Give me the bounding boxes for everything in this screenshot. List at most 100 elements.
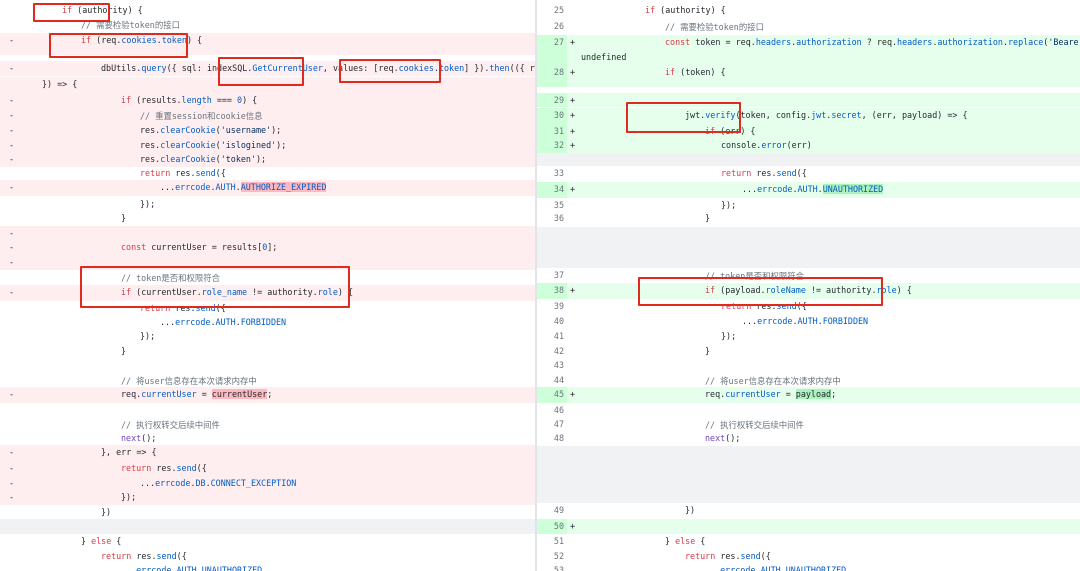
code-line: next(); [121,433,157,443]
left-code-row: return res.send({ [0,549,535,564]
code-line: ...errcode.AUTH.AUTHORIZE_EXPIRED [160,182,327,192]
left-code-row: }); [0,329,535,344]
right-empty-row [537,446,1080,503]
deleted-marker: - [9,389,15,399]
code-line: next(); [705,433,741,443]
left-code-row: -}); [0,490,535,505]
deleted-marker: - [9,140,15,150]
code-line: req.currentUser = payload; [705,389,837,399]
line-number: 52 [553,551,564,561]
left-code-row: // token是否和权限符合 [0,270,535,285]
code-line: if (payload.roleName != authority.role) … [705,285,912,295]
code-line: }, err => { [101,447,157,457]
left-code-row: }) [0,505,535,519]
line-number: 41 [553,331,564,341]
left-code-row: - const currentUser = results[0]; [0,240,535,255]
deleted-marker: - [9,110,15,120]
line-number: 53 [553,565,564,571]
code-line: }); [721,331,737,341]
left-code-row: }); [0,197,535,212]
deleted-marker: - [9,463,15,473]
code-line: return res.send({ [721,168,807,178]
code-line: }); [140,199,156,209]
line-number: 35 [553,200,564,210]
code-line: const currentUser = results[0]; [121,242,278,252]
line-number: 43 [553,360,564,370]
line-number: 25 [553,5,564,15]
right-code-row: 49}) [537,503,1080,518]
code-line: jwt.verify(token, config.jwt.secret, (er… [685,110,968,120]
right-code-row: 35}); [537,198,1080,211]
line-number: 44 [553,375,564,385]
code-line: } [121,346,127,356]
code-line: }) [101,507,112,517]
line-number: 51 [553,536,564,546]
added-marker: + [570,95,576,105]
diff-view: if (authority) {// 需要检验token的接口 - if (req.… [0,0,1080,571]
right-code-row: 29 + [537,93,1080,107]
right-code-row: 46 [537,403,1080,417]
left-code-row: - if (results.length === 0) { [0,93,535,108]
line-number: 32 [553,140,564,150]
line-number: 33 [553,168,564,178]
code-line: } [121,213,127,223]
left-code-row: // 执行权转交后续中间件 [0,417,535,432]
left-code-row [0,403,535,417]
right-empty-row [537,153,1080,166]
code-line: // 将user信息存在本次请求内存中 [705,376,841,386]
code-line: }); [721,200,737,210]
right-code-row: 34 + ...errcode.AUTH.UNAUTHORIZED [537,182,1080,198]
left-code-row: return res.send({ [0,301,535,316]
code-line: }); [140,331,156,341]
line-number: 50 [553,521,564,531]
right-code-row: 28 + if (token) { [537,65,1080,87]
right-code-row: 53 ...errcode.AUTH.UNAUTHORIZED [537,563,1080,571]
right-code-row: 33 return res.send({ [537,166,1080,182]
deleted-marker: - [9,125,15,135]
code-line: return res.send({ [101,551,187,561]
line-number: 36 [553,213,564,223]
code-line: return res.send({ [140,303,226,313]
left-code-row: if (authority) { [0,3,535,17]
deleted-marker: - [9,182,15,192]
code-line: // 需要检验token的接口 [665,22,764,32]
code-line: // 执行权转交后续中间件 [705,420,804,430]
code-line: const token = req.headers.authorization … [665,37,1080,47]
code-line: req.currentUser = currentUser; [121,389,273,399]
right-code-row: 42} [537,344,1080,358]
left-code-row: next(); [0,431,535,446]
left-code-row: - [0,226,535,240]
code-line: return res.send({ [121,463,207,473]
code-line: res.clearCookie('username'); [140,125,282,135]
deleted-marker: - [9,492,15,502]
code-line: if (authority) { [645,5,726,15]
right-code-row: 40 ...errcode.AUTH.FORBIDDEN [537,314,1080,329]
left-code-row: } [0,344,535,359]
deleted-marker: - [9,478,15,488]
line-number: 42 [553,346,564,356]
code-line: if (authority) { [62,5,143,15]
code-line: ...errcode.AUTH.FORBIDDEN [160,317,287,327]
code-line: res.clearCookie('islogined'); [140,140,287,150]
code-line: // 需要检验token的接口 [81,20,180,30]
code-line: return res.send({ [721,301,807,311]
code-line: // token是否和权限符合 [121,273,220,283]
code-line: if (results.length === 0) { [121,95,258,105]
line-number: 40 [553,316,564,326]
code-line: ...errcode.DB.CONNECT_EXCEPTION [140,478,297,488]
code-line: } else { [81,536,122,546]
right-code-row: 50 + [537,519,1080,534]
line-number: 37 [553,270,564,280]
deleted-marker: - [9,287,15,297]
added-marker: + [570,126,576,136]
left-code-row: - [0,255,535,270]
left-code-row: } [0,211,535,226]
added-marker: + [570,184,576,194]
line-number: 47 [553,419,564,429]
left-code-row: ...errcode.AUTH.FORBIDDEN [0,315,535,330]
right-code-row: 51} else { [537,534,1080,549]
right-code-row: 48 next(); [537,431,1080,446]
added-marker: + [570,521,576,531]
right-code-row: 36} [537,211,1080,226]
line-number: 31 [553,126,564,136]
